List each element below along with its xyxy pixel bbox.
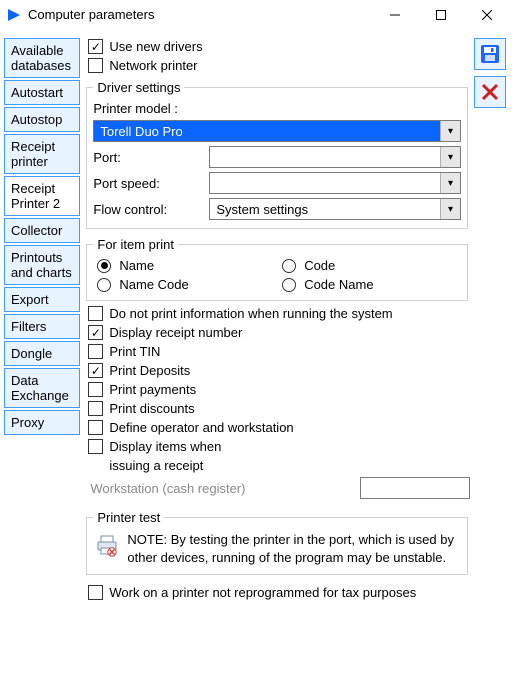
printer-model-label: Printer model :: [93, 101, 203, 116]
display-items-label: Display items when: [109, 439, 221, 454]
printer-test-group: Printer test NOTE: By testing the printe…: [86, 510, 468, 575]
sidebar-item-label: Available databases: [11, 43, 71, 73]
sidebar-item-filters[interactable]: Filters: [4, 314, 80, 339]
sidebar-item-label: Data Exchange: [11, 373, 69, 403]
sidebar-item-collector[interactable]: Collector: [4, 218, 80, 243]
sidebar-item-label: Autostart: [11, 85, 63, 100]
item-print-name-label: Name: [119, 258, 154, 273]
printer-model-value: Torell Duo Pro: [100, 124, 182, 139]
sidebar-item-data-exchange[interactable]: Data Exchange: [4, 368, 80, 408]
close-button[interactable]: [464, 0, 510, 30]
display-receipt-no-checkbox[interactable]: [88, 325, 103, 340]
printer-test-icon[interactable]: [95, 531, 119, 559]
printer-test-note: NOTE: By testing the printer in the port…: [127, 531, 459, 566]
printer-model-combo[interactable]: Torell Duo Pro ▾: [93, 120, 461, 142]
port-combo[interactable]: ▾: [209, 146, 461, 168]
display-receipt-no-label: Display receipt number: [109, 325, 242, 340]
chevron-down-icon: ▾: [440, 173, 460, 193]
flow-control-label: Flow control:: [93, 202, 203, 217]
item-print-name-code-label: Name Code: [119, 277, 188, 292]
print-tin-checkbox[interactable]: [88, 344, 103, 359]
sidebar-item-receipt-printer-2[interactable]: Receipt Printer 2: [4, 176, 80, 216]
port-speed-combo[interactable]: ▾: [209, 172, 461, 194]
display-items-checkbox[interactable]: [88, 439, 103, 454]
right-toolbar: [474, 38, 506, 108]
item-print-code-name-label: Code Name: [304, 277, 373, 292]
sidebar-item-label: Dongle: [11, 346, 52, 361]
sidebar-item-label: Printouts and charts: [11, 250, 72, 280]
flow-control-value: System settings: [216, 202, 308, 217]
network-printer-label: Network printer: [109, 58, 197, 73]
port-speed-label: Port speed:: [93, 176, 203, 191]
print-tin-label: Print TIN: [109, 344, 160, 359]
driver-settings-group: Driver settings Printer model : Torell D…: [86, 80, 468, 229]
sidebar-item-label: Receipt Printer 2: [11, 181, 60, 211]
use-new-drivers-checkbox[interactable]: [88, 39, 103, 54]
sidebar-item-proxy[interactable]: Proxy: [4, 410, 80, 435]
sidebar-item-autostart[interactable]: Autostart: [4, 80, 80, 105]
port-label: Port:: [93, 150, 203, 165]
chevron-down-icon: ▾: [440, 147, 460, 167]
item-print-code-name-radio[interactable]: [282, 278, 296, 292]
item-print-code-radio[interactable]: [282, 259, 296, 273]
maximize-button[interactable]: [418, 0, 464, 30]
cancel-button[interactable]: [474, 76, 506, 108]
item-print-name-radio[interactable]: [97, 259, 111, 273]
define-op-ws-checkbox[interactable]: [88, 420, 103, 435]
print-payments-label: Print payments: [109, 382, 196, 397]
no-print-info-label: Do not print information when running th…: [109, 306, 392, 321]
print-payments-checkbox[interactable]: [88, 382, 103, 397]
titlebar: Computer parameters: [0, 0, 512, 30]
sidebar-item-label: Filters: [11, 319, 46, 334]
sidebar-item-label: Export: [11, 292, 49, 307]
workstation-label: Workstation (cash register): [88, 481, 245, 496]
no-print-info-checkbox[interactable]: [88, 306, 103, 321]
display-items-label-line2: issuing a receipt: [109, 458, 203, 473]
print-deposits-checkbox[interactable]: [88, 363, 103, 378]
app-icon: [6, 7, 22, 23]
use-new-drivers-label: Use new drivers: [109, 39, 202, 54]
tax-printer-checkbox[interactable]: [88, 585, 103, 600]
sidebar-item-dongle[interactable]: Dongle: [4, 341, 80, 366]
sidebar-item-label: Collector: [11, 223, 62, 238]
chevron-down-icon: ▾: [440, 121, 460, 141]
print-discounts-label: Print discounts: [109, 401, 194, 416]
print-discounts-checkbox[interactable]: [88, 401, 103, 416]
chevron-down-icon: ▾: [440, 199, 460, 219]
sidebar-item-autostop[interactable]: Autostop: [4, 107, 80, 132]
printer-test-legend: Printer test: [93, 510, 164, 525]
workstation-input[interactable]: [360, 477, 470, 499]
sidebar-item-available-databases[interactable]: Available databases: [4, 38, 80, 78]
main-panel: Use new drivers Network printer Driver s…: [84, 38, 470, 600]
sidebar-item-printouts-and-charts[interactable]: Printouts and charts: [4, 245, 80, 285]
item-print-group: For item print Name Code Name Code Code …: [86, 237, 468, 301]
define-op-ws-label: Define operator and workstation: [109, 420, 293, 435]
driver-settings-legend: Driver settings: [93, 80, 184, 95]
sidebar-item-label: Proxy: [11, 415, 44, 430]
item-print-name-code-radio[interactable]: [97, 278, 111, 292]
sidebar: Available databases Autostart Autostop R…: [4, 38, 80, 435]
window-title: Computer parameters: [28, 7, 154, 22]
sidebar-item-label: Autostop: [11, 112, 62, 127]
flow-control-combo[interactable]: System settings ▾: [209, 198, 461, 220]
save-button[interactable]: [474, 38, 506, 70]
sidebar-item-export[interactable]: Export: [4, 287, 80, 312]
item-print-code-label: Code: [304, 258, 335, 273]
print-deposits-label: Print Deposits: [109, 363, 190, 378]
sidebar-item-receipt-printer[interactable]: Receipt printer: [4, 134, 80, 174]
tax-printer-label: Work on a printer not reprogrammed for t…: [109, 585, 416, 600]
minimize-button[interactable]: [372, 0, 418, 30]
item-print-legend: For item print: [93, 237, 178, 252]
network-printer-checkbox[interactable]: [88, 58, 103, 73]
sidebar-item-label: Receipt printer: [11, 139, 55, 169]
